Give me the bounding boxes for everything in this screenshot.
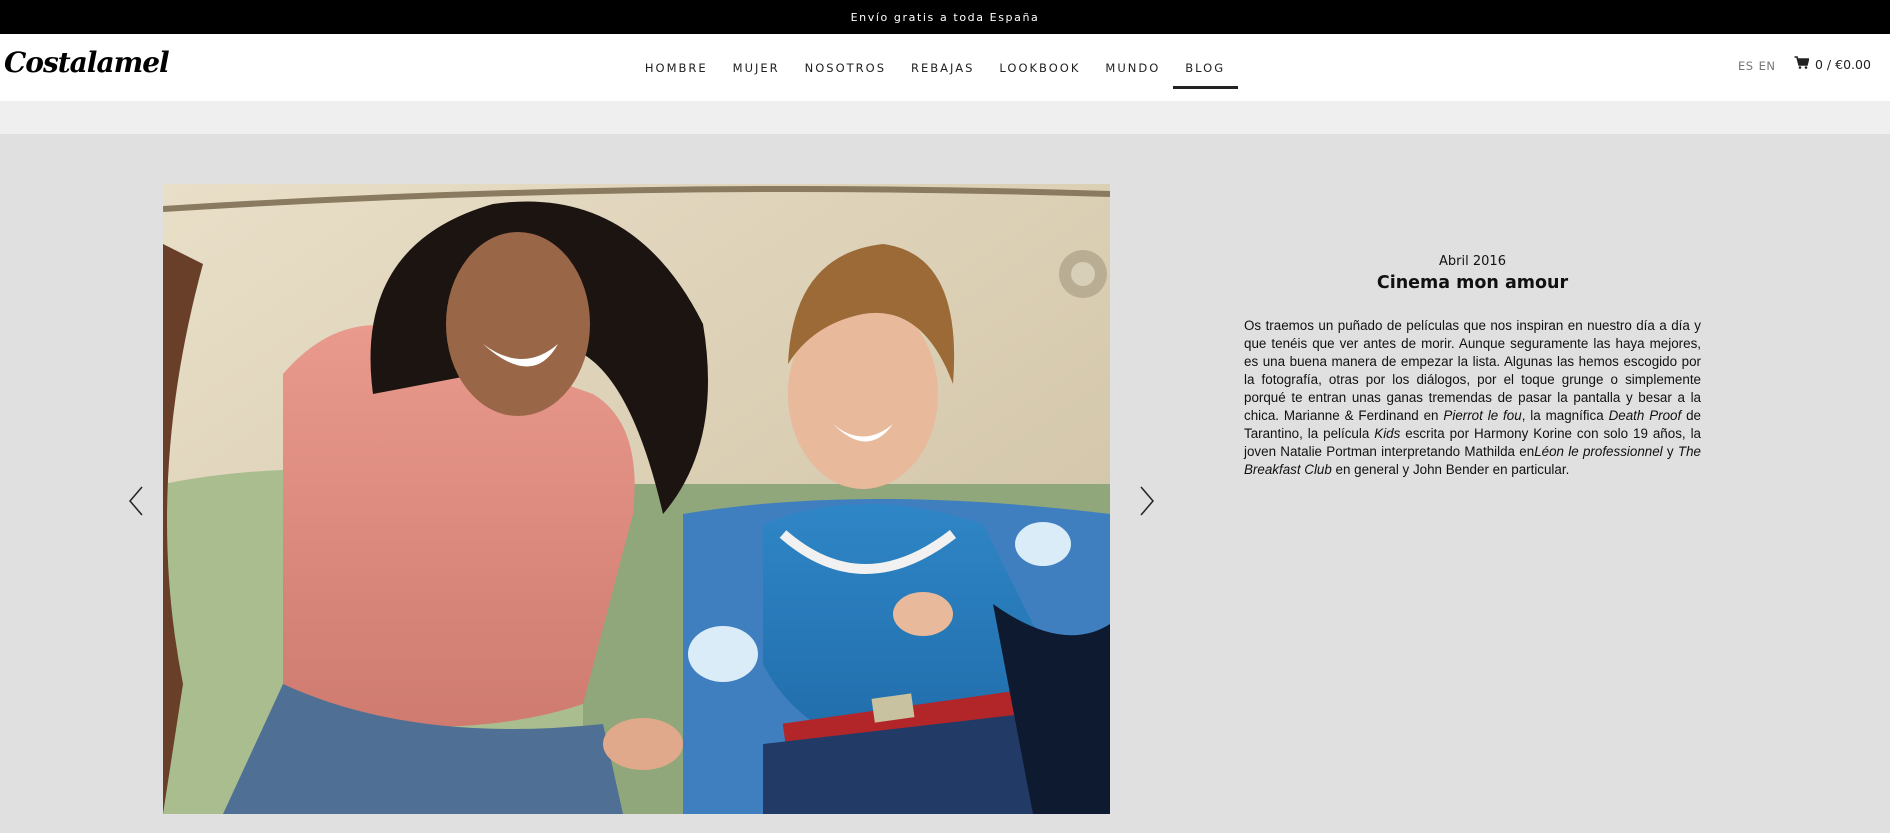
nav-item-mundo[interactable]: MUNDO [1093,34,1173,101]
site-header: Costalamel HOMBRE MUJER NOSOTROS REBAJAS… [0,34,1890,101]
nav-item-rebajas[interactable]: REBAJAS [899,34,987,101]
language-es[interactable]: ES [1738,59,1754,73]
blog-post-section: Abril 2016 Cinema mon amour Os traemos u… [0,134,1890,833]
post-text: y [1662,444,1678,459]
slider-prev-button[interactable] [124,483,150,519]
slider-next-button[interactable] [1133,483,1159,519]
nav-item-hombre[interactable]: HOMBRE [632,34,720,101]
post-title: Cinema mon amour [1376,273,1569,293]
main-nav: HOMBRE MUJER NOSOTROS REBAJAS LOOKBOOK M… [0,34,1890,101]
film-title: Kids [1374,426,1401,441]
post-text: , la magnífica [1521,408,1609,423]
cart-summary: 0 / €0.00 [1815,56,1871,72]
nav-item-nosotros[interactable]: NOSOTROS [792,34,898,101]
post-text: en general y John Bender en particular. [1331,462,1570,477]
language-en[interactable]: EN [1759,59,1776,73]
post-date: Abril 2016 [1439,254,1506,269]
announcement-bar: Envío gratis a toda España [0,0,1890,34]
post-body: Os traemos un puñado de películas que no… [1244,317,1701,479]
cart-button[interactable]: 0 / €0.00 [1794,56,1871,72]
nav-item-mujer[interactable]: MUJER [720,34,792,101]
post-content: Abril 2016 Cinema mon amour Os traemos u… [1244,254,1701,479]
film-title: Léon le professionnel [1534,444,1663,459]
chevron-right-icon [1133,486,1159,523]
film-title: Death Proof [1608,408,1682,423]
chevron-left-icon [124,486,150,523]
language-switcher: ES EN [1738,59,1775,73]
post-photo [163,184,1110,814]
nav-item-blog[interactable]: BLOG [1172,34,1238,101]
nav-item-lookbook[interactable]: LOOKBOOK [987,34,1093,101]
announcement-text: Envío gratis a toda España [850,10,1040,24]
sub-header-strip [0,101,1890,134]
film-title: Pierrot le fou [1443,408,1522,423]
cart-icon [1794,56,1810,72]
